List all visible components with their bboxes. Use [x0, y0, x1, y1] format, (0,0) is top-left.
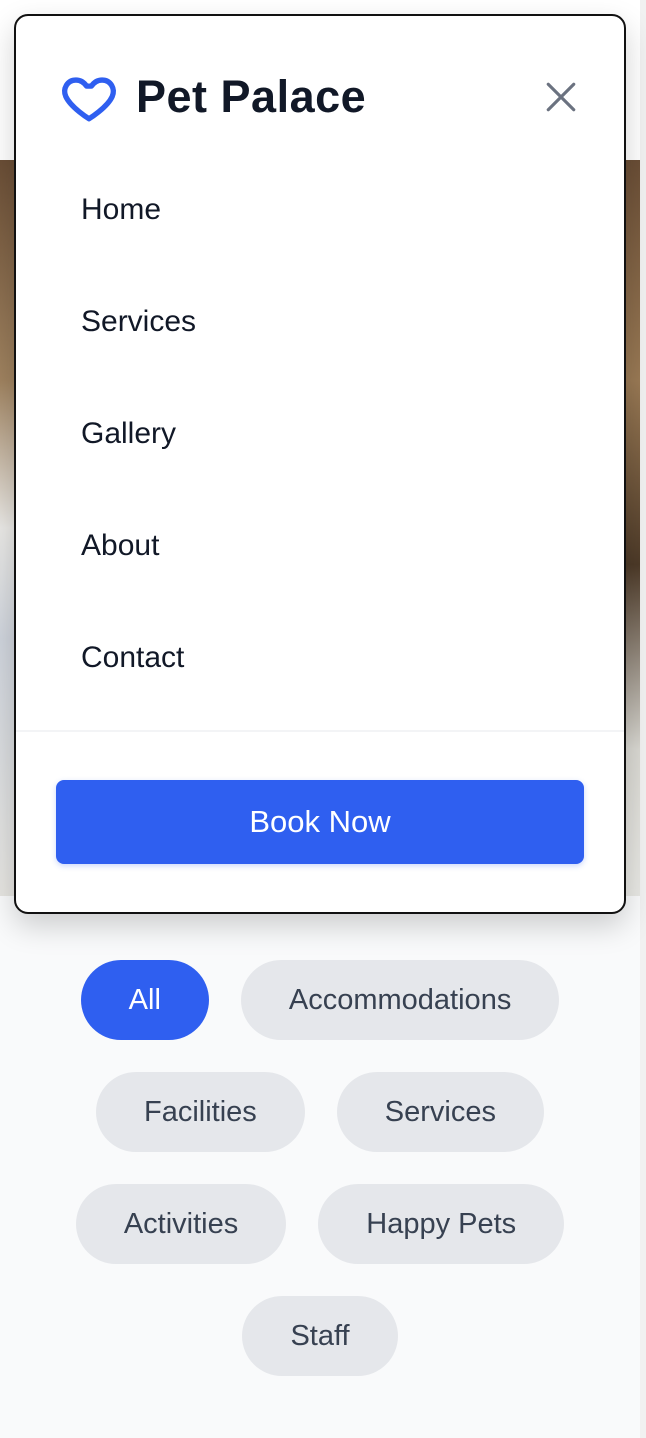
nav-item-services[interactable]: Services [16, 266, 624, 378]
heart-icon [62, 77, 116, 122]
gallery-filter-bar: All Accommodations Facilities Services A… [0, 960, 640, 1376]
menu-divider [16, 730, 624, 732]
filter-accommodations[interactable]: Accommodations [240, 960, 560, 1040]
nav-item-home[interactable]: Home [16, 154, 624, 266]
mobile-menu: Pet Palace Home Services Gallery About C… [14, 14, 626, 914]
brand-name: Pet Palace [136, 71, 367, 122]
filter-facilities[interactable]: Facilities [95, 1072, 305, 1152]
hero-image-edge-right [626, 160, 640, 896]
nav-item-about[interactable]: About [16, 490, 624, 602]
filter-staff[interactable]: Staff [242, 1296, 398, 1376]
filter-all[interactable]: All [80, 960, 209, 1040]
brand-logo[interactable]: Pet Palace [58, 68, 366, 126]
book-now-button[interactable]: Book Now [56, 780, 584, 864]
nav-item-contact[interactable]: Contact [16, 602, 624, 714]
filter-happy-pets[interactable]: Happy Pets [318, 1184, 565, 1264]
filter-services[interactable]: Services [336, 1072, 544, 1152]
filter-activities[interactable]: Activities [75, 1184, 287, 1264]
mobile-nav: Home Services Gallery About Contact [16, 154, 624, 714]
nav-item-gallery[interactable]: Gallery [16, 378, 624, 490]
scrollbar[interactable] [640, 0, 646, 1438]
close-icon[interactable] [544, 80, 578, 114]
